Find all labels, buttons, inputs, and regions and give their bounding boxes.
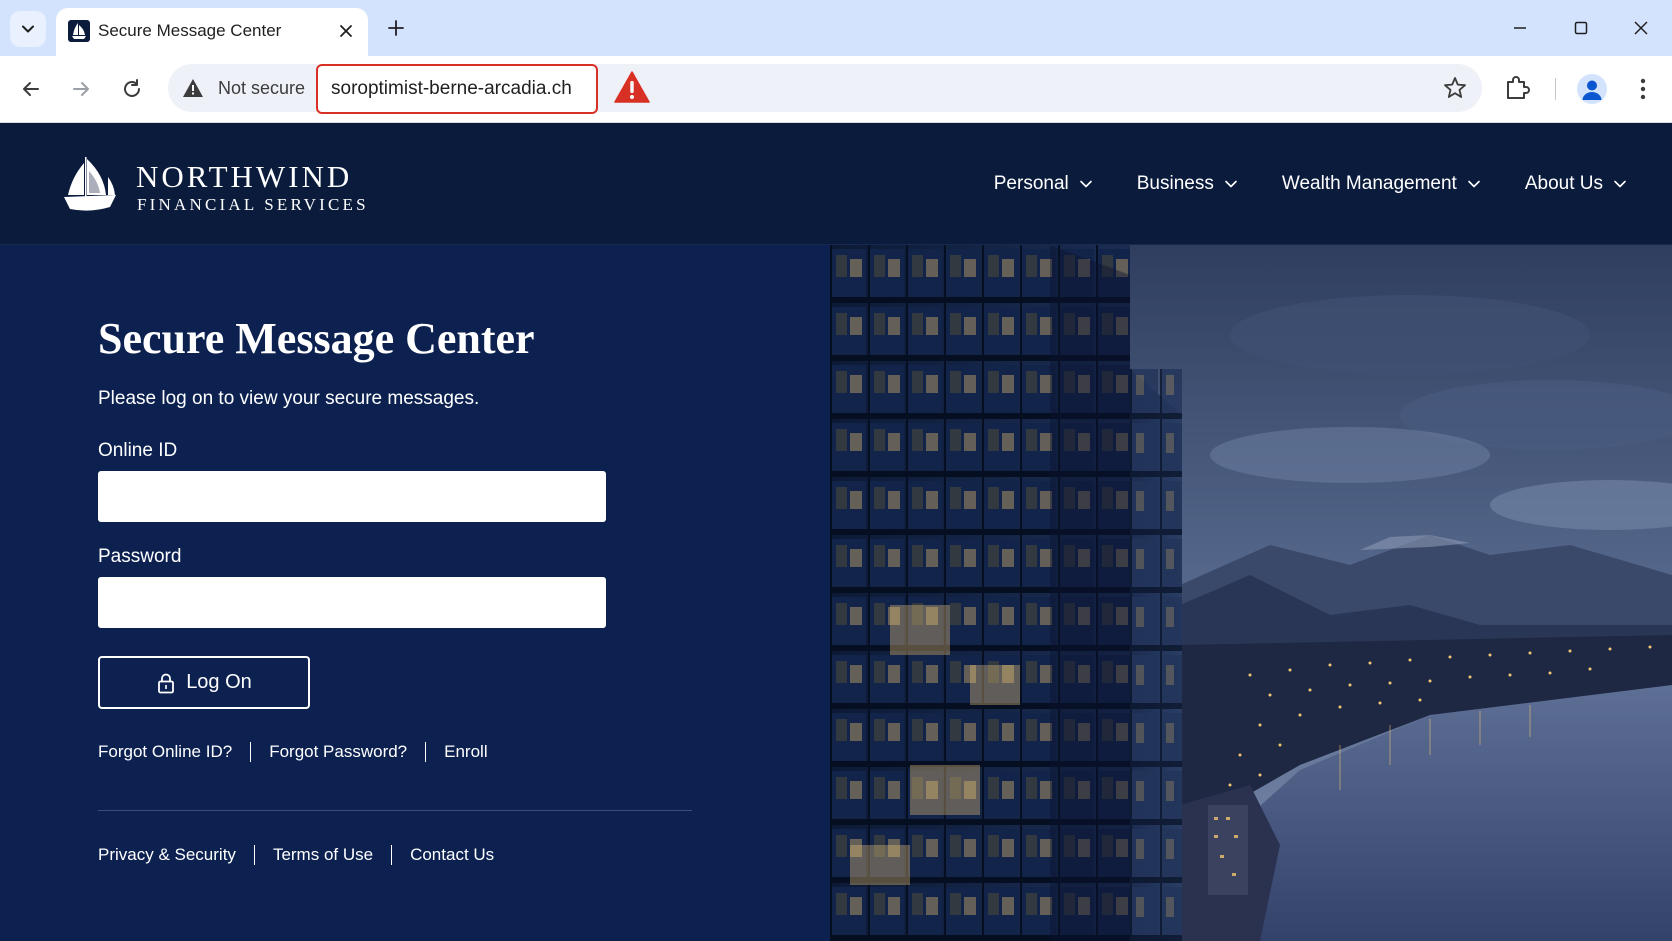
city-lake-skyline-image	[830, 245, 1672, 941]
hero-image	[830, 245, 1672, 941]
profile-avatar[interactable]	[1577, 74, 1607, 104]
link-separator	[250, 742, 252, 762]
link-separator	[253, 845, 255, 865]
close-icon	[1634, 21, 1648, 35]
tab-search-button[interactable]	[10, 11, 46, 47]
reload-icon	[124, 79, 140, 97]
footer-links: Privacy & Security Terms of Use Contact …	[98, 845, 494, 865]
lock-icon	[158, 673, 175, 693]
browser-tab-active[interactable]: Secure Message Center	[56, 8, 368, 56]
online-id-input[interactable]	[98, 471, 606, 522]
online-id-label: Online ID	[98, 440, 178, 461]
chevron-down-icon	[1614, 180, 1626, 188]
new-tab-button[interactable]	[380, 12, 412, 44]
link-separator	[425, 742, 427, 762]
red-warning-icon	[614, 71, 650, 103]
login-intro-text: Please log on to view your secure messag…	[98, 388, 480, 409]
browser-tabstrip: Secure Message Center	[0, 0, 1672, 56]
nav-item-label: Business	[1136, 173, 1214, 194]
chevron-down-icon	[22, 25, 34, 33]
more-vertical-icon	[1640, 78, 1646, 100]
privacy-security-link[interactable]: Privacy & Security	[98, 845, 236, 865]
main-nav: Personal Business Wealth Management Abou…	[994, 173, 1627, 195]
address-bar[interactable]: Not secure soroptimist-berne-arcadia.ch	[168, 64, 1482, 114]
browser-menu-button[interactable]	[1628, 74, 1658, 104]
forgot-password-link[interactable]: Forgot Password?	[269, 742, 407, 762]
arrow-left-icon	[23, 82, 39, 96]
logo-name: NORTHWIND	[136, 159, 353, 194]
password-label: Password	[98, 546, 182, 567]
toolbar-separator	[1555, 78, 1556, 100]
url-text[interactable]: soroptimist-berne-arcadia.ch	[331, 78, 572, 100]
section-divider	[98, 810, 692, 811]
close-icon	[340, 25, 352, 37]
site-header: NORTHWIND FINANCIAL SERVICES Personal Bu…	[0, 123, 1672, 245]
tab-close-button[interactable]	[334, 19, 358, 43]
nav-item-label: About Us	[1524, 173, 1603, 194]
back-button[interactable]	[14, 72, 48, 106]
tab-title: Secure Message Center	[98, 21, 282, 40]
logo-subtitle: FINANCIAL SERVICES	[137, 195, 369, 214]
nav-item-label: Personal	[993, 173, 1069, 194]
plus-icon	[388, 20, 404, 36]
nav-item-personal[interactable]: Personal	[994, 173, 1093, 195]
login-help-links: Forgot Online ID? Forgot Password? Enrol…	[98, 742, 488, 762]
forgot-online-id-link[interactable]: Forgot Online ID?	[98, 742, 232, 762]
arrow-right-icon	[73, 82, 89, 96]
nav-item-label: Wealth Management	[1281, 173, 1457, 194]
minimize-button[interactable]	[1500, 10, 1540, 46]
enroll-link[interactable]: Enroll	[444, 742, 487, 762]
login-panel: Secure Message Center Please log on to v…	[0, 245, 830, 941]
not-secure-label[interactable]: Not secure	[218, 78, 305, 99]
window-close-button[interactable]	[1621, 10, 1661, 46]
person-icon	[1582, 80, 1602, 100]
log-on-button[interactable]: Log On	[98, 656, 310, 709]
page-title: Secure Message Center	[98, 314, 535, 363]
reload-button[interactable]	[115, 72, 149, 106]
log-on-label: Log On	[186, 671, 252, 693]
maximize-button[interactable]	[1561, 10, 1601, 46]
minimize-icon	[1514, 27, 1526, 29]
forward-button[interactable]	[64, 72, 98, 106]
northwind-logo[interactable]: NORTHWIND FINANCIAL SERVICES	[60, 157, 380, 217]
ship-favicon-icon	[68, 20, 90, 42]
nav-item-wealth-management[interactable]: Wealth Management	[1282, 173, 1481, 195]
chevron-down-icon	[1225, 180, 1237, 188]
chevron-down-icon	[1079, 180, 1092, 188]
bookmark-star-icon[interactable]	[1442, 75, 1468, 101]
browser-toolbar: Not secure soroptimist-berne-arcadia.ch	[0, 56, 1672, 123]
terms-of-use-link[interactable]: Terms of Use	[273, 845, 373, 865]
chevron-down-icon	[1468, 180, 1480, 188]
warning-triangle-icon	[183, 79, 203, 97]
url-highlight-box[interactable]: soroptimist-berne-arcadia.ch	[316, 64, 598, 114]
link-separator	[391, 845, 393, 865]
nav-item-about-us[interactable]: About Us	[1525, 173, 1627, 195]
nav-item-business[interactable]: Business	[1137, 173, 1238, 195]
password-input[interactable]	[98, 577, 606, 628]
contact-us-link[interactable]: Contact Us	[410, 845, 494, 865]
maximize-icon	[1574, 21, 1588, 35]
sailing-ship-logo-icon	[64, 157, 116, 211]
extensions-puzzle-icon[interactable]	[1502, 73, 1532, 103]
